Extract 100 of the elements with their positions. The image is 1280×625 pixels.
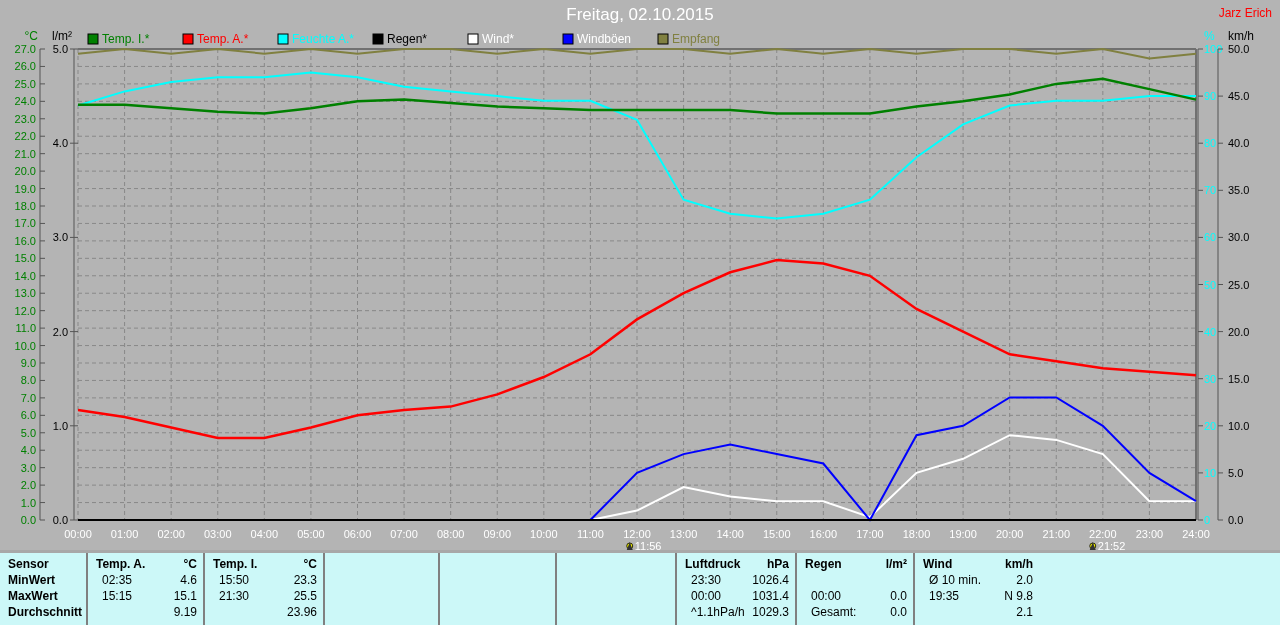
axis-tick-label: 03:00 — [204, 527, 232, 540]
axis-tick-label: 12:00 — [623, 527, 651, 540]
axis-tick-label: 15:00 — [763, 527, 791, 540]
axis-tick-label: 90 — [1204, 90, 1217, 102]
axis-tick-label: 18.0 — [14, 199, 36, 212]
table-cell-text: 00:00 — [810, 588, 843, 605]
axis-tick-label: 24:00 — [1182, 527, 1210, 540]
legend-label: Feuchte A.* — [292, 31, 355, 46]
column-unit: l/m² — [885, 556, 907, 573]
axis-tick-label: 10.0 — [14, 339, 36, 352]
row-label: MaxWert — [8, 588, 59, 605]
axis-tick-label: 5.0 — [1228, 466, 1244, 479]
table-cell-text: 23.3 — [292, 572, 317, 589]
annotation-label: 11:56 — [634, 539, 662, 551]
column-unit: hPa — [766, 556, 789, 573]
axis-tick-label: 18:00 — [902, 527, 931, 540]
axis-tick-label: 0 — [1204, 513, 1211, 526]
axis-tick-label: 30 — [1204, 372, 1217, 385]
table-cell-text: 19:35 — [928, 588, 961, 605]
table-cell: 1026.4 — [752, 572, 789, 589]
axis-tick-label: 12.0 — [14, 304, 36, 317]
table-cell-text: 15:50 — [218, 572, 251, 589]
axis-tick-label: 02:00 — [157, 527, 185, 540]
axis-tick-label: 11.0 — [15, 322, 36, 334]
author-name: Jarz Erich — [1218, 6, 1272, 20]
column-title: Temp. I. — [213, 556, 259, 573]
axis-tick-label: 40.0 — [1228, 137, 1250, 150]
axis-tick-label: 21:00 — [1042, 527, 1070, 540]
axis-tick-label: 8.0 — [20, 374, 36, 387]
table-cell: 15.1 — [173, 588, 197, 605]
axis-tick-label: 09:00 — [483, 527, 511, 540]
axis-tick-label: 3.0 — [20, 461, 36, 474]
axis-tick-label: 0.0 — [1228, 513, 1244, 526]
axis-unit: l/m² — [52, 29, 72, 43]
axis-tick-label: 13:00 — [669, 527, 698, 540]
axis-tick-label: 3.0 — [52, 231, 68, 244]
column-title: Luftdruck — [685, 556, 742, 573]
axis-tick-label: 40 — [1204, 325, 1217, 338]
axis-tick-label: 04:00 — [250, 527, 279, 540]
axis-tick-label: 21.0 — [14, 147, 36, 160]
axis-tick-label: 14:00 — [716, 527, 744, 540]
axis-tick-label: 05:00 — [297, 527, 325, 540]
table-cell: 9.19 — [173, 604, 197, 621]
table-cell-text: 0.0 — [889, 604, 907, 621]
table-cell-text: Ø 10 min. — [928, 572, 983, 589]
axis-tick-label: 7.0 — [20, 391, 36, 404]
axis-unit: km/h — [1228, 29, 1254, 43]
axis-tick-label: 30.0 — [1228, 231, 1250, 244]
axis-tick-label: 25.0 — [14, 77, 36, 90]
table-cell-text: Gesamt: — [810, 604, 858, 621]
table-cell-text: 02:35 — [101, 572, 134, 589]
axis-tick-label: 0.0 — [52, 513, 68, 526]
axis-tick-label: 22.0 — [14, 130, 36, 143]
table-cell-text: 2.0 — [1015, 572, 1033, 589]
table-cell-text: N 9.8 — [1003, 588, 1033, 605]
axis-tick-label: 20:00 — [995, 527, 1024, 540]
axis-tick-label: 6.0 — [20, 409, 36, 422]
axis-tick-label: 2.0 — [52, 325, 68, 338]
axis-tick-label: 25.0 — [1228, 278, 1250, 291]
axis-tick-label: 35.0 — [1228, 184, 1250, 197]
chart-title: Freitag, 02.10.2015 — [566, 5, 714, 25]
axis-tick-label: 100 — [1204, 42, 1223, 55]
sun-marker-icon — [1089, 541, 1097, 550]
legend-label: Regen* — [387, 31, 428, 46]
axis-tick-label: 16:00 — [809, 527, 838, 540]
axis-tick-label: 26.0 — [14, 60, 36, 73]
axis-tick-label: 07:00 — [390, 527, 418, 540]
row-label: MinWert — [8, 572, 57, 589]
sun-marker-icon — [626, 541, 634, 550]
table-cell-text: 00:00 — [690, 588, 723, 605]
axis-tick-label: 1.0 — [52, 419, 68, 432]
axis-tick-label: 50 — [1204, 278, 1217, 291]
axis-tick-label: 14.0 — [14, 269, 36, 282]
column-unit: °C — [182, 556, 197, 573]
axis-unit: % — [1204, 29, 1215, 43]
axis-tick-label: 4.0 — [52, 137, 68, 150]
axis-tick-label: 10 — [1204, 466, 1217, 479]
table-cell-text: ^1.1hPa/h — [690, 604, 746, 621]
axis-tick-label: 17:00 — [856, 527, 884, 540]
table-cell-text: 23:30 — [690, 572, 723, 589]
axis-tick-label: 2.0 — [20, 479, 36, 491]
axis-tick-label: 19.0 — [14, 182, 36, 195]
table-cell: 1029.3 — [752, 604, 789, 621]
legend-label: Windböen — [577, 31, 632, 46]
axis-tick-label: 0.0 — [20, 513, 36, 526]
axis-tick-label: 20.0 — [1228, 325, 1250, 338]
legend-label: Temp. I.* — [102, 31, 150, 46]
table-cell-text: 2.1 — [1015, 604, 1033, 621]
table-cell-text: 21:30 — [218, 588, 251, 605]
axis-tick-label: 4.0 — [20, 444, 36, 457]
axis-tick-label: 5.0 — [52, 42, 68, 55]
column-unit: °C — [302, 556, 317, 573]
axis-tick-label: 80 — [1204, 137, 1217, 150]
axis-tick-label: 06:00 — [343, 527, 372, 540]
annotation-label: 21:52 — [1097, 539, 1126, 551]
table-cell-text: 25.5 — [292, 588, 317, 605]
axis-tick-label: 22:00 — [1089, 527, 1117, 540]
axis-tick-label: 16.0 — [14, 234, 36, 247]
column-unit: km/h — [1004, 556, 1033, 573]
axis-tick-label: 01:00 — [110, 527, 139, 540]
